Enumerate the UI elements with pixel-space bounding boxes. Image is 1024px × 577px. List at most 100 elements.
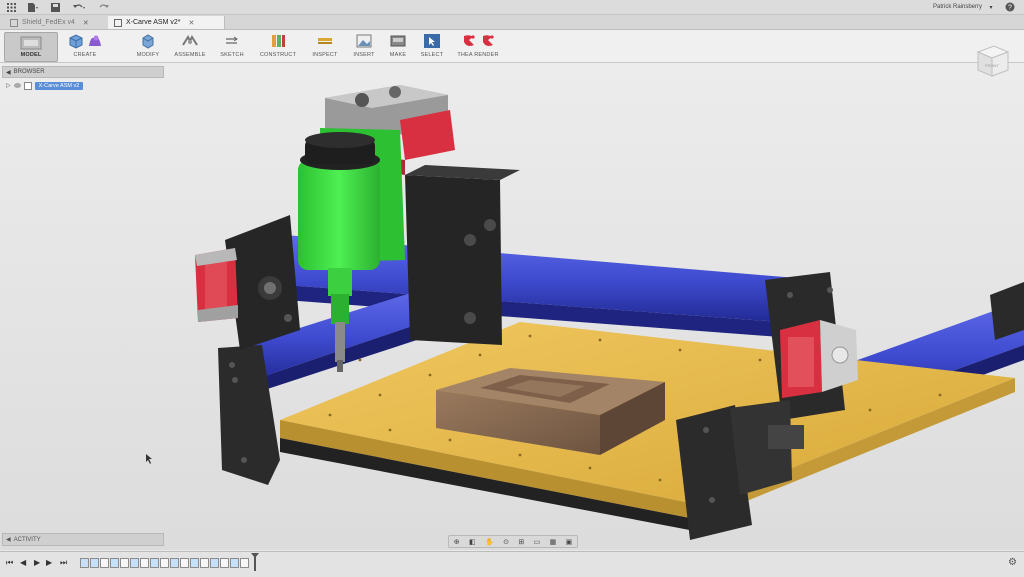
document-tabs: Shield_FedEx v4 ✕ X-Carve ASM v2* ✕ <box>0 15 1024 30</box>
browser-document-row[interactable]: ▷ X-Carve ASM v2 <box>6 80 84 91</box>
create-menu-label: CREATE <box>73 52 97 58</box>
timeline-feature[interactable] <box>110 558 119 568</box>
select-menu-label: SELECT <box>420 52 444 58</box>
select-arrow-icon[interactable] <box>423 33 441 49</box>
timeline-feature[interactable] <box>120 558 129 568</box>
timeline-feature[interactable] <box>100 558 109 568</box>
toolbar: MODEL CREATE MODIFY ASSEMBLE SKETCH CONS… <box>0 30 1024 63</box>
browser-document-node[interactable]: X-Carve ASM v2 <box>34 81 84 90</box>
timeline-marker-handle-icon[interactable] <box>251 553 259 558</box>
file-menu-icon[interactable] <box>22 0 44 14</box>
timeline-feature[interactable] <box>200 558 209 568</box>
select-group[interactable]: SELECT <box>414 32 450 60</box>
navigation-bar: ⊕ ◧ ✋ ⊙ ⊞ ▭ ▦ ▣ <box>448 535 578 548</box>
modify-group[interactable]: MODIFY <box>128 32 168 60</box>
create-group[interactable]: CREATE <box>60 32 110 60</box>
tab-doc-icon <box>114 18 122 27</box>
undo-icon[interactable] <box>66 0 92 14</box>
sketch-icon[interactable] <box>223 33 241 49</box>
modify-menu-label: MODIFY <box>136 52 160 58</box>
collapse-activity-icon[interactable]: ◀ <box>6 536 11 543</box>
make-menu-label: MAKE <box>389 52 407 58</box>
insert-menu-label: INSERT <box>353 52 375 58</box>
timeline-feature[interactable] <box>150 558 159 568</box>
tab-label: Shield_FedEx v4 <box>22 19 75 26</box>
press-pull-icon[interactable] <box>140 33 156 49</box>
timeline-feature[interactable] <box>180 558 189 568</box>
timeline-feature[interactable] <box>80 558 89 568</box>
sketch-menu-label: SKETCH <box>220 52 244 58</box>
timeline-feature[interactable] <box>210 558 219 568</box>
go-to-start-icon[interactable]: ⏮ <box>6 558 13 568</box>
tab-shield-fedex[interactable]: Shield_FedEx v4 ✕ <box>4 16 113 29</box>
sketch-group[interactable]: SKETCH <box>212 32 252 60</box>
model-workspace-icon <box>20 36 42 50</box>
redo-icon[interactable] <box>92 0 118 14</box>
workspace-switcher-button[interactable]: MODEL <box>4 32 58 62</box>
app-bar: Patrick Rainsberry ▾ ? <box>0 0 1024 15</box>
user-name[interactable]: Patrick Rainsberry <box>933 0 986 14</box>
inspect-group[interactable]: INSPECT <box>305 32 345 60</box>
document-node-icon <box>23 81 32 90</box>
browser-panel-header[interactable]: ◀ BROWSER <box>2 66 164 78</box>
orbit-icon[interactable]: ⊕ <box>454 538 460 546</box>
joint-icon[interactable] <box>181 33 199 49</box>
help-icon[interactable]: ? <box>996 0 1024 14</box>
viewcube[interactable]: FRONT <box>970 40 1014 84</box>
3d-print-icon[interactable] <box>389 33 407 49</box>
display-settings-icon[interactable]: ▭ <box>534 538 541 546</box>
insert-image-icon[interactable] <box>355 33 373 49</box>
collapse-browser-icon[interactable]: ◀ <box>6 69 11 76</box>
insert-group[interactable]: INSERT <box>344 32 384 60</box>
look-at-icon[interactable]: ◧ <box>469 538 476 546</box>
construction-plane-icon[interactable] <box>269 33 287 49</box>
user-menu-chevron-icon[interactable]: ▾ <box>986 0 996 14</box>
svg-text:?: ? <box>1008 5 1012 12</box>
extrude-box-icon[interactable] <box>68 33 84 49</box>
inspect-menu-label: INSPECT <box>312 52 338 58</box>
left-stepper-motor <box>195 248 238 322</box>
timeline-feature[interactable] <box>160 558 169 568</box>
close-tab-icon[interactable]: ✕ <box>83 19 89 27</box>
save-icon[interactable] <box>44 0 66 14</box>
assemble-menu-label: ASSEMBLE <box>174 52 206 58</box>
fit-icon[interactable]: ⊞ <box>518 538 524 546</box>
make-group[interactable]: MAKE <box>380 32 416 60</box>
create-form-icon[interactable] <box>87 33 103 49</box>
timeline-feature[interactable] <box>130 558 139 568</box>
thea-render-menu-label: THEA RENDER <box>457 52 499 58</box>
assemble-group[interactable]: ASSEMBLE <box>170 32 210 60</box>
thea-render-group[interactable]: THEA RENDER <box>452 32 504 60</box>
timeline-feature[interactable] <box>220 558 229 568</box>
viewport-canvas[interactable] <box>0 63 1024 550</box>
tab-x-carve-asm[interactable]: X-Carve ASM v2* ✕ <box>108 16 225 29</box>
timeline-settings-gear-icon[interactable]: ⚙ <box>1008 557 1017 568</box>
pan-icon[interactable]: ✋ <box>485 538 494 546</box>
play-icon[interactable]: ▶ <box>34 558 40 567</box>
step-forward-icon[interactable]: ▶ <box>46 558 52 567</box>
go-to-end-icon[interactable]: ⏭ <box>60 558 67 568</box>
timeline-feature[interactable] <box>190 558 199 568</box>
workspace-label: MODEL <box>20 52 42 58</box>
thea-render-icon[interactable] <box>461 33 477 49</box>
visibility-eye-icon[interactable] <box>13 83 21 88</box>
zoom-icon[interactable]: ⊙ <box>503 538 509 546</box>
activity-title: ACTIVITY <box>13 536 41 543</box>
step-back-icon[interactable]: ◀ <box>20 558 26 567</box>
tab-doc-icon <box>10 18 18 27</box>
viewports-icon[interactable]: ▣ <box>566 538 573 546</box>
timeline-feature[interactable] <box>90 558 99 568</box>
timeline-feature[interactable] <box>170 558 179 568</box>
construct-group[interactable]: CONSTRUCT <box>256 32 300 60</box>
data-panel-grid-icon[interactable] <box>0 0 22 14</box>
timeline-feature[interactable] <box>140 558 149 568</box>
grid-settings-icon[interactable]: ▦ <box>550 538 557 546</box>
timeline-feature[interactable] <box>230 558 239 568</box>
activity-panel-header[interactable]: ◀ ACTIVITY <box>2 533 164 546</box>
expand-node-icon[interactable]: ▷ <box>6 82 11 89</box>
construct-menu-label: CONSTRUCT <box>259 52 297 58</box>
measure-icon[interactable] <box>316 33 334 49</box>
close-tab-icon[interactable]: ✕ <box>188 19 194 27</box>
thea-settings-icon[interactable] <box>480 33 496 49</box>
timeline-feature[interactable] <box>240 558 249 568</box>
